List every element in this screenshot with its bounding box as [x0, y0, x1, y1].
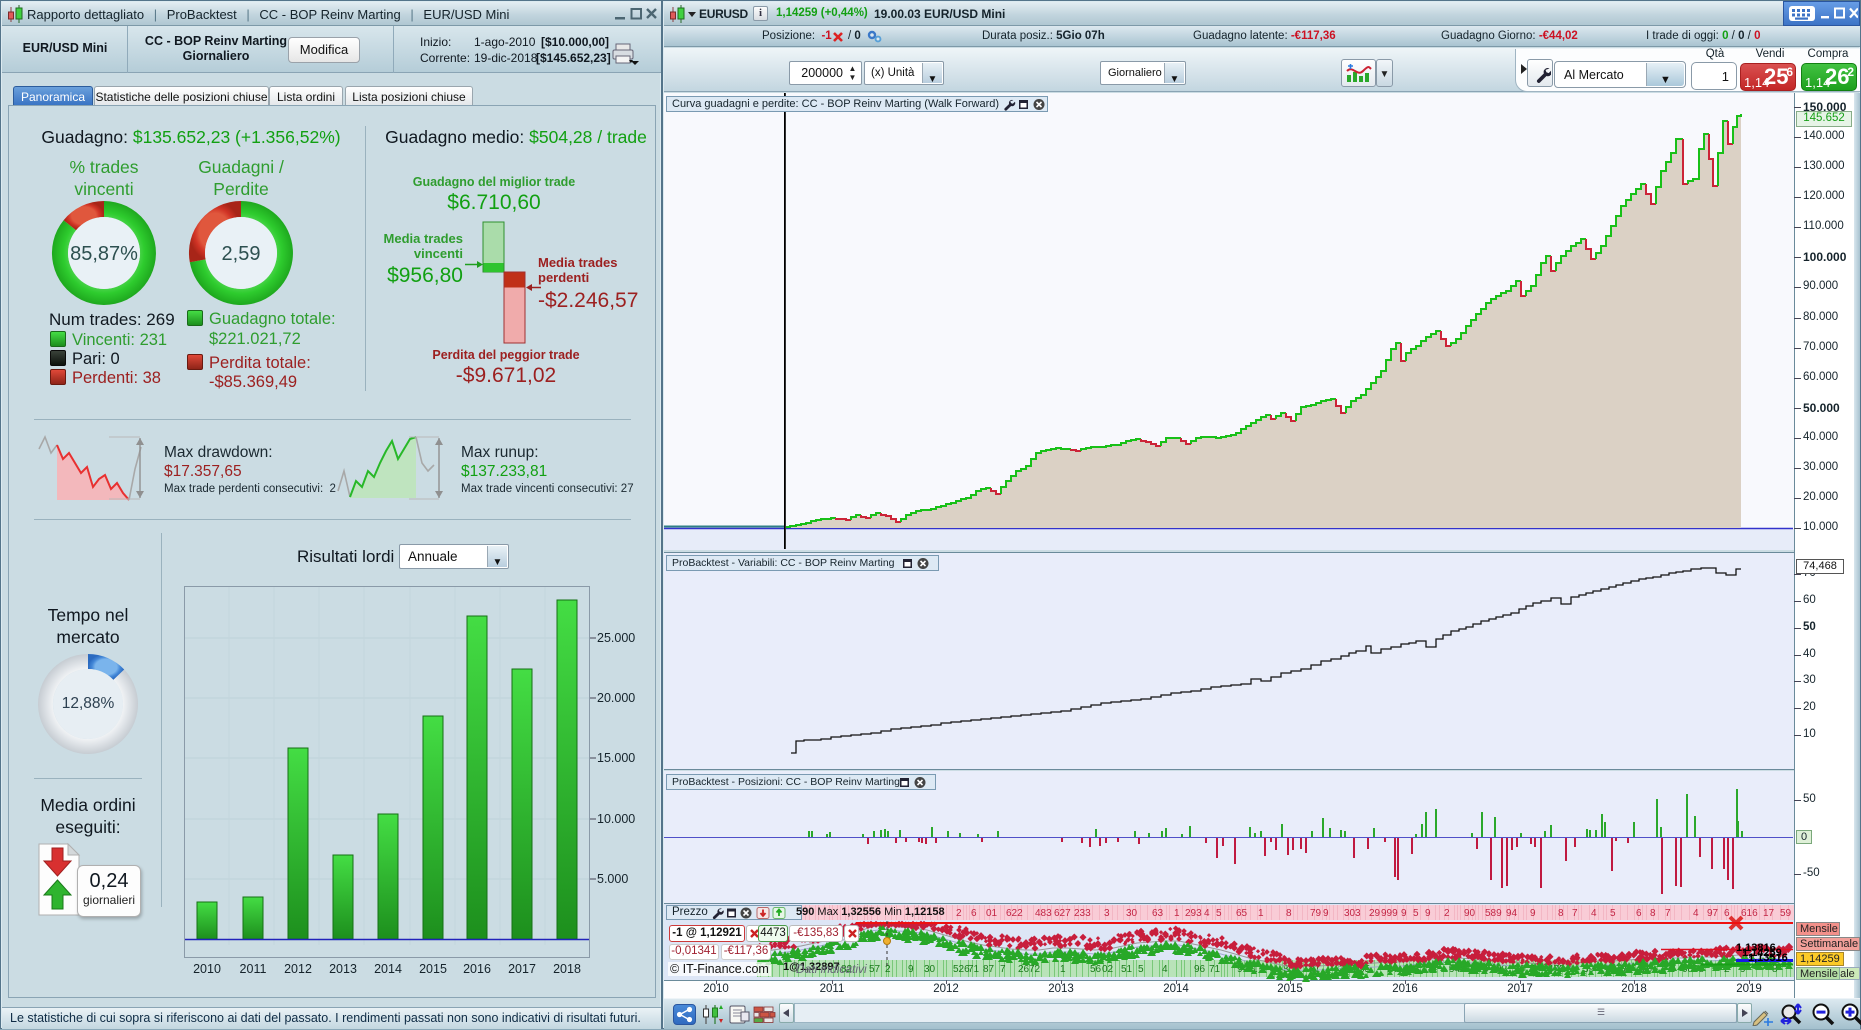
- svg-text:26: 26: [1018, 964, 1030, 975]
- svg-text:2: 2: [1444, 908, 1450, 919]
- svg-text:6: 6: [1724, 908, 1730, 919]
- svg-text:1: 1: [1060, 964, 1066, 975]
- svg-text:4: 4: [1204, 908, 1210, 919]
- svg-text:4: 4: [1693, 908, 1699, 919]
- svg-text:2: 2: [885, 964, 891, 975]
- svg-text:9: 9: [1425, 908, 1431, 919]
- svg-text:9: 9: [1323, 908, 1329, 919]
- svg-text:233: 233: [1074, 908, 1091, 919]
- svg-text:616: 616: [1741, 908, 1758, 919]
- svg-text:7: 7: [1572, 908, 1578, 919]
- svg-text:01: 01: [986, 908, 998, 919]
- svg-text:999: 999: [1381, 908, 1398, 919]
- svg-text:29: 29: [1369, 908, 1381, 919]
- svg-text:8: 8: [1286, 908, 1292, 919]
- svg-text:71: 71: [1209, 964, 1221, 975]
- svg-text:5: 5: [1216, 908, 1222, 919]
- svg-text:2: 2: [956, 908, 962, 919]
- svg-text:9: 9: [908, 964, 914, 975]
- svg-text:589: 589: [1485, 908, 1502, 919]
- svg-text:5: 5: [1610, 908, 1616, 919]
- svg-text:90: 90: [1464, 908, 1476, 919]
- svg-text:627: 627: [1054, 908, 1071, 919]
- svg-text:7: 7: [1000, 964, 1006, 975]
- svg-text:483: 483: [1035, 908, 1052, 919]
- svg-text:6: 6: [971, 908, 977, 919]
- svg-text:1: 1: [1258, 908, 1264, 919]
- svg-text:56: 56: [1090, 964, 1102, 975]
- svg-text:96: 96: [1194, 964, 1206, 975]
- svg-text:8: 8: [1558, 908, 1564, 919]
- svg-text:622: 622: [1006, 908, 1023, 919]
- svg-text:65: 65: [1236, 908, 1248, 919]
- svg-text:5: 5: [1138, 964, 1144, 975]
- svg-text:9: 9: [1401, 908, 1407, 919]
- svg-text:293: 293: [1185, 908, 1202, 919]
- svg-text:3: 3: [1104, 908, 1110, 919]
- svg-text:30: 30: [1126, 908, 1138, 919]
- svg-text:30: 30: [924, 964, 936, 975]
- svg-text:8: 8: [1650, 908, 1656, 919]
- svg-text:1: 1: [1174, 908, 1180, 919]
- svg-text:6: 6: [1636, 908, 1642, 919]
- svg-text:97: 97: [1707, 908, 1719, 919]
- svg-text:30: 30: [1344, 908, 1356, 919]
- svg-text:72: 72: [1029, 964, 1041, 975]
- svg-text:63: 63: [1152, 908, 1164, 919]
- svg-text:79: 79: [1310, 908, 1322, 919]
- svg-text:3: 3: [1355, 908, 1361, 919]
- svg-text:94: 94: [1506, 908, 1518, 919]
- svg-text:4: 4: [1162, 964, 1168, 975]
- svg-text:7: 7: [1665, 908, 1671, 919]
- svg-text:57: 57: [869, 964, 881, 975]
- svg-text:4: 4: [1591, 908, 1597, 919]
- svg-text:87: 87: [983, 964, 995, 975]
- svg-text:5: 5: [1413, 908, 1419, 919]
- svg-text:02: 02: [1102, 964, 1114, 975]
- svg-text:17: 17: [1763, 908, 1775, 919]
- svg-text:59: 59: [1780, 908, 1792, 919]
- svg-text:9: 9: [1530, 908, 1536, 919]
- svg-text:51: 51: [1121, 964, 1133, 975]
- svg-text:71: 71: [968, 964, 980, 975]
